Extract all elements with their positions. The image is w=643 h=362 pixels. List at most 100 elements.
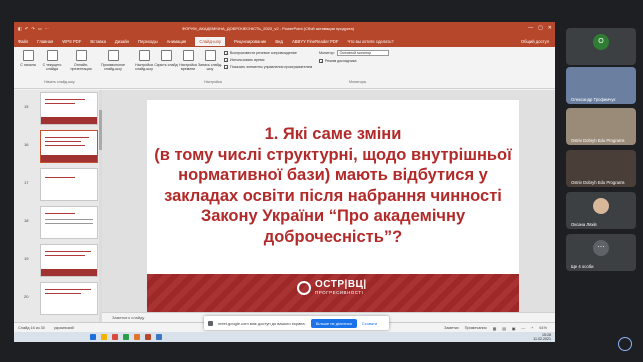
participant-name: Ще 4 особи — [571, 264, 594, 269]
tab-slideshow[interactable]: Слайд-шоу — [195, 37, 226, 46]
tab-transitions[interactable]: Переходы — [138, 39, 158, 44]
taskbar-clock[interactable]: 15:28 11.02.2021 — [533, 333, 551, 341]
close-icon[interactable]: ✕ — [548, 25, 552, 31]
quick-access-toolbar[interactable]: ◧ ↶ ↷ ▭ ⋯ — [18, 26, 50, 31]
hide-slide-icon — [160, 50, 172, 61]
more-icon: ⋯ — [593, 240, 609, 256]
thumb-text-line — [45, 219, 93, 220]
taskbar-app-icon[interactable] — [145, 334, 151, 340]
language-indicator[interactable]: украинский — [54, 326, 74, 330]
window-title: ФОРУМ_АКАДЕМІЧНА_ДОБРОЧЕСНІСТЬ_2020_v2 -… — [182, 26, 355, 31]
slide-thumbnail[interactable] — [40, 282, 98, 315]
tab-file[interactable]: Файл — [18, 39, 28, 44]
more-participants-tile[interactable]: ⋯ Ще 4 особи — [566, 234, 636, 271]
slide-thumbnail-selected[interactable] — [40, 130, 98, 163]
zoom-in-icon[interactable]: + — [531, 326, 533, 331]
notes-toggle[interactable]: Заметки — [444, 326, 459, 331]
tell-me-search[interactable]: Что вы хотите сделать? — [347, 39, 393, 44]
slide-thumbnail[interactable] — [40, 206, 98, 239]
hide-slide-button[interactable]: Скрыть слайд — [154, 50, 178, 67]
narration-checkbox[interactable]: ✓ Воспроизвести речевое сопровождение — [224, 51, 297, 56]
participant-tile[interactable]: Ostriv Dobryh Edu Programs — [566, 150, 636, 187]
comments-toggle[interactable]: Примечания — [465, 326, 487, 331]
slide-editor-canvas: 1. Які саме зміни (в тому числі структур… — [102, 90, 555, 312]
record-slideshow-button[interactable]: Запись слайд-шоу — [198, 50, 222, 72]
thumb-text-line — [45, 289, 91, 290]
online-presentation-button[interactable]: Онлайн-презентация — [66, 50, 96, 72]
participant-tile[interactable]: Олександр Трофимчук — [566, 67, 636, 104]
slide-thumbnail[interactable] — [40, 168, 98, 201]
ostriv-logo: ОСТР|ВЦ| ПРОГРЕСИВНОСТІ — [297, 280, 367, 295]
ribbon-group-label: Настройка — [204, 80, 222, 84]
thumb-text-line — [45, 99, 85, 100]
reading-view-icon[interactable]: ▣ — [512, 326, 516, 331]
thumbnail-number: 17 — [24, 180, 29, 185]
taskbar-app-icon[interactable] — [101, 334, 107, 340]
taskbar-app-icon[interactable] — [123, 334, 129, 340]
hide-banner-button[interactable]: Сховати — [362, 321, 377, 326]
thumb-text-line — [45, 223, 93, 224]
taskbar-icons — [90, 334, 162, 340]
checkbox-checked-icon: ✓ — [224, 65, 228, 70]
thumb-text-line — [45, 137, 89, 138]
tab-design[interactable]: Дизайн — [115, 39, 129, 44]
participant-name: Ostriv Dobryh Edu Programs — [571, 138, 625, 143]
share-button[interactable]: Общий доступ — [521, 39, 549, 44]
shared-screen: ◧ ↶ ↷ ▭ ⋯ ФОРУМ_АКАДЕМІЧНА_ДОБРОЧЕСНІСТЬ… — [14, 22, 555, 332]
custom-slideshow-button[interactable]: Произвольное слайд-шоу — [98, 50, 128, 72]
rehearse-timings-button[interactable]: Настройка времени — [176, 50, 200, 72]
participant-name: Оксана Ляхів — [571, 222, 597, 227]
thumb-text-line — [45, 141, 81, 142]
checkbox-checked-icon: ✓ — [224, 51, 228, 56]
tab-animations[interactable]: Анимация — [167, 39, 187, 44]
tab-view[interactable]: Вид — [275, 39, 283, 44]
taskbar-app-icon[interactable] — [156, 334, 162, 340]
tab-insert[interactable]: Вставка — [90, 39, 106, 44]
slide-thumbnail[interactable] — [40, 244, 98, 277]
taskbar-app-icon[interactable] — [90, 334, 96, 340]
zoom-level[interactable]: 61% — [539, 326, 547, 331]
current-slide[interactable]: 1. Які саме зміни (в тому числі структур… — [147, 100, 519, 312]
meet-activity-icon[interactable] — [618, 337, 632, 351]
thumb-footer — [41, 269, 97, 276]
participant-tile[interactable]: Оксана Ляхів — [566, 192, 636, 229]
taskbar-app-icon[interactable] — [112, 334, 118, 340]
taskbar-app-icon[interactable] — [134, 334, 140, 340]
normal-view-icon[interactable]: ▦ — [493, 326, 497, 331]
slideshow-current-icon — [46, 50, 58, 61]
heading-line: 1. Які саме зміни — [264, 125, 402, 143]
participant-name: Ostriv Dobryh Edu Programs — [571, 180, 625, 185]
stop-sharing-button[interactable]: Більше не ділитися — [310, 318, 357, 328]
heading-line: нормативної бази) мають відбутися у — [178, 166, 488, 184]
setup-slideshow-button[interactable]: Настройка слайд-шоу — [132, 50, 156, 72]
slide-footer-band: ОСТР|ВЦ| ПРОГРЕСИВНОСТІ — [147, 274, 519, 312]
online-present-icon — [75, 50, 87, 61]
ribbon-group-label: Мониторы — [349, 80, 367, 84]
participant-tile[interactable]: Ostriv Dobryh Edu Programs — [566, 108, 636, 145]
from-current-slide-button[interactable]: С текущего слайда — [40, 50, 64, 72]
thumb-text-line — [45, 145, 85, 146]
heading-line: (в тому числі структурні, щодо внутрішнь… — [154, 145, 512, 164]
setup-icon — [138, 50, 150, 61]
window-controls: — ▢ ✕ — [528, 25, 552, 31]
custom-show-icon — [107, 50, 119, 61]
minimize-icon[interactable]: — — [528, 25, 533, 31]
monitor-select[interactable]: Монитор: Основной монитор — [319, 50, 389, 56]
share-banner-text: meet.google.com має доступ до вашого екр… — [218, 320, 306, 326]
tab-home[interactable]: Главная — [37, 39, 53, 44]
maximize-icon[interactable]: ▢ — [538, 25, 543, 31]
use-timings-checkbox[interactable]: ✓ Использовать время — [224, 58, 264, 63]
tab-review[interactable]: Рецензирование — [234, 39, 266, 44]
participant-tile[interactable]: O — [566, 28, 636, 65]
zoom-out-icon[interactable]: — — [521, 326, 525, 331]
timer-icon — [182, 50, 194, 61]
slide-thumbnail[interactable] — [40, 92, 98, 125]
tab-wps-pdf[interactable]: WPS PDF — [62, 39, 81, 44]
presenter-view-checkbox[interactable]: ✓ Режим докладчика — [319, 59, 357, 64]
tab-abbyy[interactable]: ABBYY FineReader PDF — [292, 39, 338, 44]
from-beginning-button[interactable]: С начала — [16, 50, 40, 67]
slide-thumbnail-pane: 15 16 17 18 19 20 — [14, 90, 102, 322]
screen-share-banner: meet.google.com має доступ до вашого екр… — [204, 316, 389, 330]
sorter-view-icon[interactable]: ▤ — [502, 326, 506, 331]
media-controls-checkbox[interactable]: ✓ Показать элементы управления проигрыват… — [224, 65, 312, 70]
